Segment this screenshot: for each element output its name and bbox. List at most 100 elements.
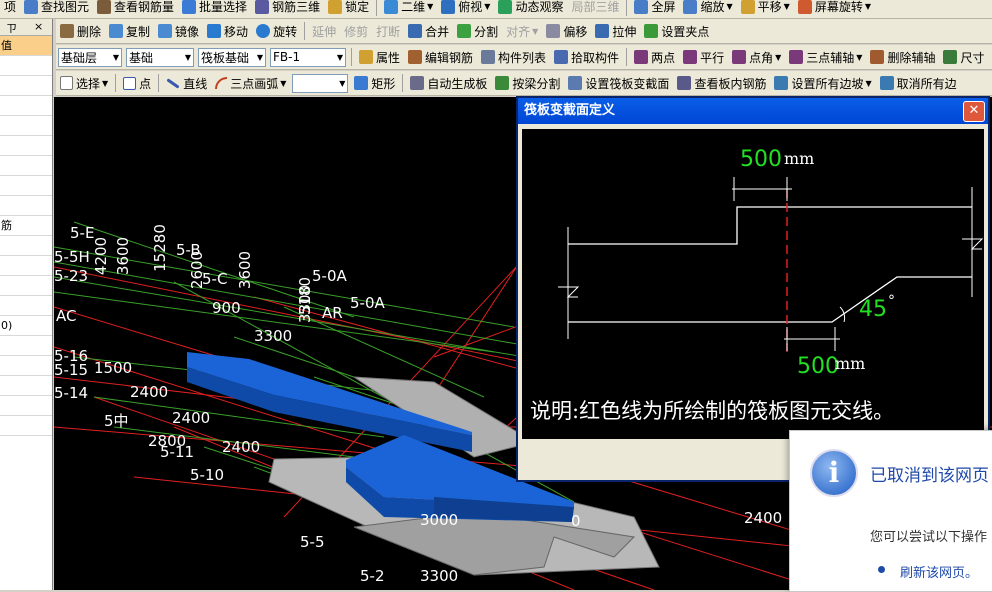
axis-label: 2400 <box>222 438 261 456</box>
offset-button[interactable]: 偏移 <box>542 21 591 41</box>
2d-button[interactable]: 二维 ▼ <box>380 0 437 17</box>
split-button[interactable]: 分割 <box>453 21 502 41</box>
axis-label: 900 <box>212 299 241 317</box>
property-row[interactable] <box>0 156 52 176</box>
pin-icon[interactable]: ㄗ <box>6 20 17 36</box>
property-row[interactable] <box>0 96 52 116</box>
property-row[interactable] <box>0 416 52 436</box>
arc-mode-select[interactable]: ▼ <box>292 73 349 93</box>
section-diagram-svg: 500 mm 500 mm 45 ° <box>558 147 984 379</box>
edit-toolbar: 删除 复制 镜像 移动 旋转 延伸 修剪 打断 合并 分割 对齐 ▼ 偏移 拉伸 … <box>56 19 992 44</box>
auto-gen-slab-button[interactable]: 自动生成板 <box>406 73 491 93</box>
two-points-button[interactable]: 两点 <box>630 47 679 67</box>
category-select[interactable]: 基础 ▼ <box>126 47 194 67</box>
stretch-button[interactable]: 拉伸 <box>591 21 640 41</box>
variable-section-icon <box>568 76 583 90</box>
local-3d-button[interactable]: 局部三维 <box>567 0 623 17</box>
pick-component-button[interactable]: 拾取构件 <box>550 47 623 67</box>
property-row[interactable] <box>0 76 52 96</box>
view-slab-rebar-button[interactable]: 查看板内钢筋 <box>673 73 770 93</box>
cancel-all-slopes-button[interactable]: 取消所有边 <box>876 73 961 93</box>
property-row[interactable] <box>0 176 52 196</box>
axis-label: 5-11 <box>160 443 195 461</box>
arc-button[interactable]: 三点画弧 ▼ <box>211 73 290 93</box>
angle-value: 45 <box>859 297 887 322</box>
close-icon[interactable]: × <box>34 20 43 33</box>
point-button[interactable]: 点 <box>119 73 155 93</box>
dynamic-view-button[interactable]: 动态观察 <box>494 0 567 17</box>
rebar-3d-button[interactable]: 钢筋三维 <box>251 0 324 17</box>
batch-select-button[interactable]: 批量选择 <box>178 0 251 17</box>
axis-label: 5-5 <box>300 533 325 551</box>
property-row[interactable] <box>0 136 52 156</box>
set-grip-button[interactable]: 设置夹点 <box>640 21 713 41</box>
delete-aux-button[interactable]: 删除辅轴 <box>866 47 939 67</box>
select-button[interactable]: 选择 ▼ <box>56 73 112 93</box>
layer-select[interactable]: 基础层 ▼ <box>58 47 122 67</box>
separator <box>626 48 628 66</box>
point-angle-button[interactable]: 点角 ▼ <box>728 47 785 67</box>
zoom-button[interactable]: 缩放 ▼ <box>679 0 736 17</box>
three-point-aux-button[interactable]: 三点辅轴 ▼ <box>785 47 866 67</box>
property-row[interactable] <box>0 56 52 76</box>
element-select[interactable]: FB-1 ▼ <box>270 47 346 67</box>
property-row[interactable] <box>0 116 52 136</box>
axis-label: 5-5H <box>54 248 90 266</box>
two-points-icon <box>634 50 649 64</box>
property-row[interactable] <box>0 236 52 256</box>
find-element-button[interactable]: 查找图元 <box>20 0 93 17</box>
property-row[interactable] <box>0 336 52 356</box>
rotate-button[interactable]: 旋转 <box>252 21 301 41</box>
property-row[interactable] <box>0 396 52 416</box>
edit-rebar-button[interactable]: 编辑钢筋 <box>404 47 477 67</box>
top-view-button[interactable]: 俯视 ▼ <box>437 0 494 17</box>
rect-icon <box>354 76 369 90</box>
pan-button[interactable]: 平移 ▼ <box>737 0 794 17</box>
trim-button[interactable]: 修剪 <box>340 21 372 41</box>
dialog-titlebar[interactable]: 筏板变截面定义 ✕ <box>518 98 988 124</box>
parallel-button[interactable]: 平行 <box>679 47 728 67</box>
mirror-button[interactable]: 镜像 <box>154 21 203 41</box>
view-rebar-icon <box>677 76 692 90</box>
property-row[interactable]: 0) <box>0 316 52 336</box>
screen-rotate-button[interactable]: 屏幕旋转 ▼ <box>794 0 875 17</box>
rect-button[interactable]: 矩形 <box>350 73 399 93</box>
refresh-link[interactable]: 刷新该网页。 <box>900 562 978 581</box>
component-list-button[interactable]: 构件列表 <box>477 47 550 67</box>
chevron-down-icon: ▼ <box>184 52 191 62</box>
dynamic-view-icon <box>498 0 513 14</box>
draw-toolbar: 选择 ▼ 点 直线 三点画弧 ▼ ▼ 矩形 自动生成板 按梁分割 设置筏板变截面 查… <box>56 71 992 96</box>
split-by-beam-button[interactable]: 按梁分割 <box>491 73 564 93</box>
property-row[interactable] <box>0 276 52 296</box>
set-all-slopes-button[interactable]: 设置所有边坡 ▼ <box>770 73 875 93</box>
view-rebar-qty-button[interactable]: 查看钢筋量 <box>93 0 178 17</box>
copy-button[interactable]: 复制 <box>105 21 154 41</box>
axis-label: 5-0A <box>312 267 347 285</box>
axis-label: 3300 <box>420 567 459 585</box>
move-button[interactable]: 移动 <box>203 21 252 41</box>
type-select[interactable]: 筏板基础 ▼ <box>198 47 266 67</box>
variable-section-dialog[interactable]: 筏板变截面定义 ✕ 500 mm 500 mm 45 ° 说明:红色线为所绘制的… <box>516 96 990 482</box>
properties-button[interactable]: 属性 <box>355 47 404 67</box>
delete-icon <box>60 24 74 38</box>
merge-button[interactable]: 合并 <box>404 21 453 41</box>
rotate-icon <box>256 24 271 38</box>
property-row[interactable] <box>0 296 52 316</box>
close-button[interactable]: ✕ <box>963 101 985 122</box>
property-row[interactable] <box>0 196 52 216</box>
lock-button[interactable]: 锁定 <box>324 0 373 17</box>
property-row[interactable] <box>0 356 52 376</box>
property-row[interactable] <box>0 256 52 276</box>
dimension-button[interactable]: 尺寸 <box>939 47 988 67</box>
set-variable-section-button[interactable]: 设置筏板变截面 <box>564 73 673 93</box>
property-row[interactable]: 筋 <box>0 216 52 236</box>
toolbar-item[interactable]: 项 <box>0 0 20 17</box>
break-button[interactable]: 打断 <box>372 21 404 41</box>
align-button[interactable]: 对齐 ▼ <box>502 21 542 41</box>
line-button[interactable]: 直线 <box>162 73 211 93</box>
fullscreen-button[interactable]: 全屏 <box>630 0 679 17</box>
property-row[interactable] <box>0 376 52 396</box>
extend-button[interactable]: 延伸 <box>308 21 340 41</box>
delete-button[interactable]: 删除 <box>56 21 105 41</box>
axis-label: 5-0A <box>350 294 385 312</box>
